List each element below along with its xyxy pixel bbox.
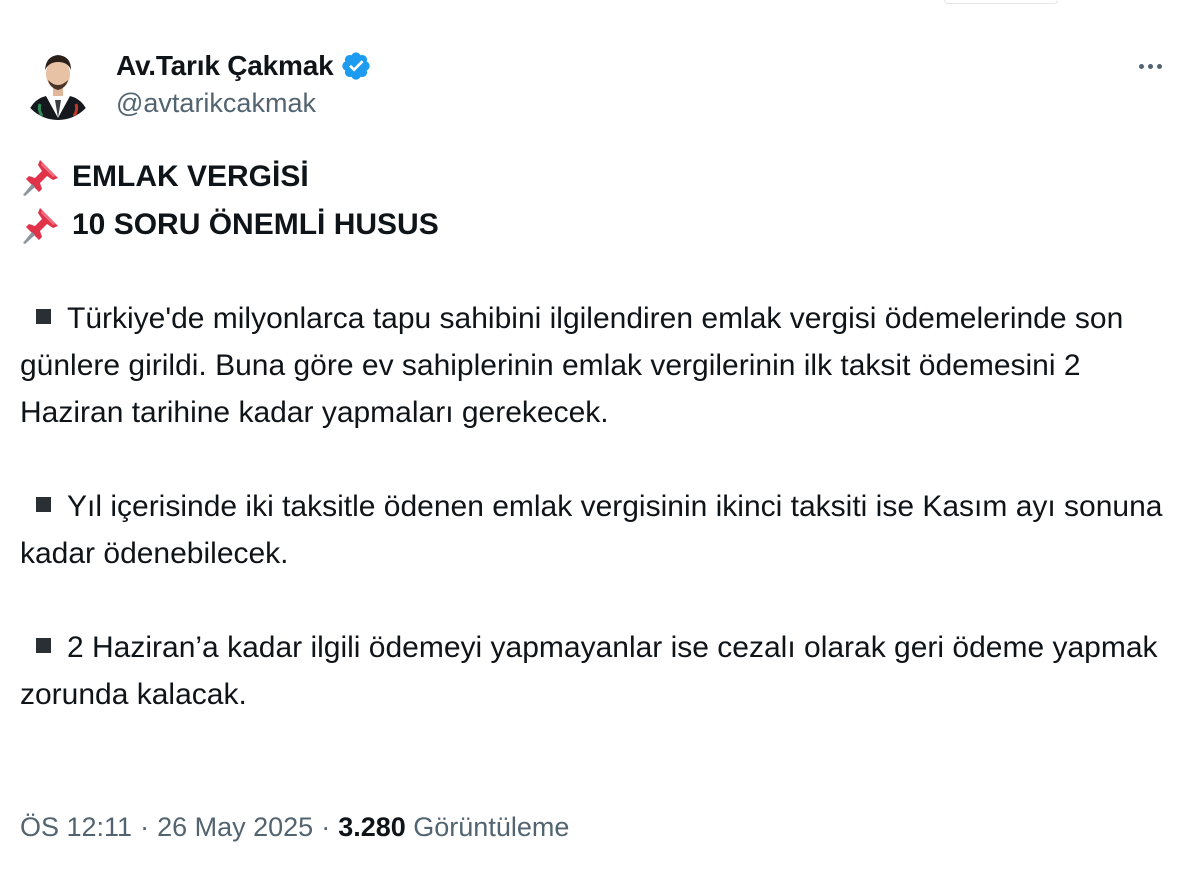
paragraph-2: Yıl içerisinde iki taksitle ödenen emlak… [20,483,1170,577]
pushpin-icon [20,154,64,198]
separator: · [321,812,331,842]
verified-badge-icon[interactable] [340,50,372,82]
more-dot-icon [1156,63,1162,69]
paragraph-text: 2 Haziran’a kadar ilgili ödemeyi yapmaya… [20,631,1158,711]
square-bullet-icon [36,497,51,512]
display-name[interactable]: Av.Tarık Çakmak [116,50,334,82]
tweet-text: EMLAK VERGİSİ 10 SORU ÖNEMLİ HUSUS Türki… [20,152,1170,718]
views-count: 3.280 [338,812,406,842]
user-handle[interactable]: @avtarikcakmak [116,88,372,119]
square-bullet-icon [36,309,51,324]
paragraph-1: Türkiye'de milyonlarca tapu sahibini ilg… [20,295,1170,436]
more-dot-icon [1138,63,1144,69]
tweet-header: Av.Tarık Çakmak @avtarikcakmak [20,44,1180,128]
tweet-date[interactable]: 26 May 2025 [157,812,313,842]
tweet-page: Av.Tarık Çakmak @avtarikcakmak EMLAK VER… [0,0,1196,884]
top-tab-edge [944,0,1058,4]
tweet-footer: ÖS 12:11 · 26 May 2025 · 3.280 Görüntüleme [20,812,569,843]
tweet-time[interactable]: ÖS 12:11 [20,812,132,842]
headline-2: 10 SORU ÖNEMLİ HUSUS [20,200,1170,248]
pushpin-icon [20,202,64,246]
paragraph-3: 2 Haziran’a kadar ilgili ödemeyi yapmaya… [20,624,1170,718]
square-bullet-icon [36,638,51,653]
more-dot-icon [1147,63,1153,69]
headline-text: 10 SORU ÖNEMLİ HUSUS [72,207,439,241]
user-meta: Av.Tarık Çakmak @avtarikcakmak [116,48,372,119]
more-options-button[interactable] [1128,54,1172,78]
avatar[interactable] [20,44,96,120]
headline-1: EMLAK VERGİSİ [20,152,1170,200]
paragraph-text: Türkiye'de milyonlarca tapu sahibini ilg… [20,302,1124,429]
avatar-image [20,44,96,120]
name-row: Av.Tarık Çakmak [116,48,372,84]
paragraph-text: Yıl içerisinde iki taksitle ödenen emlak… [20,490,1163,570]
headline-text: EMLAK VERGİSİ [72,159,309,193]
views-label: Görüntüleme [413,812,570,842]
separator: · [140,812,150,842]
